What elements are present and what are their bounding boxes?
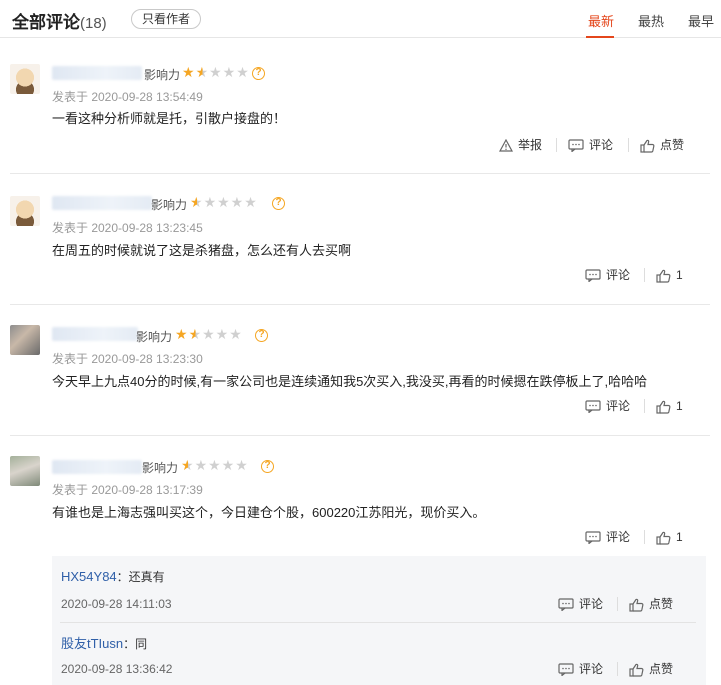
- report-button[interactable]: 举报: [499, 136, 542, 154]
- sort-earliest-tab[interactable]: 最早: [688, 11, 714, 30]
- comment-label: 评论: [579, 662, 604, 676]
- reply-date: 2020-09-28 13:36:42: [61, 662, 173, 676]
- rating-stars: ★★★★★: [182, 64, 250, 80]
- divider: [556, 138, 557, 152]
- reply-content: ：还真有: [116, 570, 165, 584]
- avatar[interactable]: [10, 456, 40, 486]
- thumbs-up-icon: [629, 598, 644, 612]
- comment-label: 评论: [589, 138, 614, 152]
- like-label: 点赞: [649, 597, 674, 611]
- like-label: 点赞: [649, 662, 674, 676]
- influence-label: 影响力: [142, 461, 179, 475]
- username-blurred[interactable]: [52, 327, 138, 341]
- question-icon[interactable]: ?: [272, 197, 285, 210]
- question-icon[interactable]: ?: [255, 329, 268, 342]
- like-count: 1: [676, 268, 683, 282]
- thumbs-up-icon: [640, 139, 655, 153]
- comment-item: 影响力 ★★★★★ ? 发表于 2020-09-28 13:23:30 今天早上…: [10, 305, 710, 436]
- warning-icon: [499, 139, 513, 152]
- comment-button[interactable]: 评论: [558, 595, 603, 613]
- comment-icon: [568, 139, 584, 153]
- comment-button[interactable]: 评论: [568, 136, 613, 154]
- reply-date: 2020-09-28 14:11:03: [61, 597, 172, 611]
- divider: [617, 662, 618, 676]
- comments-header: 全部评论(18) 只看作者 最新 最热 最早: [0, 0, 721, 38]
- question-icon[interactable]: ?: [252, 67, 265, 80]
- username-blurred[interactable]: [52, 460, 142, 474]
- thumbs-up-icon: [656, 531, 671, 545]
- title-text: 全部评论: [12, 13, 80, 32]
- sort-newest-tab[interactable]: 最新: [588, 11, 614, 30]
- divider: [644, 530, 645, 544]
- comment-icon: [558, 598, 574, 612]
- thumbs-up-icon: [656, 400, 671, 414]
- post-date: 发表于 2020-09-28 13:23:45: [52, 221, 203, 235]
- comment-icon: [585, 531, 601, 545]
- reply-item: 股友tTIusn：同 2020-09-28 13:36:42 评论 点赞: [52, 623, 706, 685]
- like-count: 1: [676, 399, 683, 413]
- comment-label: 评论: [606, 268, 631, 282]
- reply-content: ：同: [123, 637, 148, 651]
- report-label: 举报: [518, 138, 543, 152]
- comment-icon: [585, 400, 601, 414]
- like-button[interactable]: 点赞: [629, 660, 673, 678]
- like-button[interactable]: 1: [656, 266, 683, 284]
- reply-item: HX54Y84：还真有 2020-09-28 14:11:03 评论 点赞: [52, 556, 706, 622]
- comment-icon: [558, 663, 574, 677]
- like-button[interactable]: 1: [656, 397, 683, 415]
- post-date: 发表于 2020-09-28 13:17:39: [52, 483, 203, 497]
- influence-label: 影响力: [144, 68, 181, 82]
- rating-stars: ★★★★★: [181, 457, 249, 473]
- comment-label: 评论: [579, 597, 604, 611]
- influence-label: 影响力: [151, 198, 188, 212]
- username-blurred[interactable]: [52, 196, 152, 210]
- reply-username[interactable]: HX54Y84: [61, 569, 117, 584]
- like-button[interactable]: 点赞: [629, 595, 673, 613]
- influence-label: 影响力: [136, 330, 173, 344]
- like-button[interactable]: 1: [656, 528, 683, 546]
- avatar[interactable]: [10, 325, 40, 355]
- thumbs-up-icon: [656, 269, 671, 283]
- divider: [628, 138, 629, 152]
- comment-item: 影响力 ★★★★★ ? 发表于 2020-09-28 13:54:49 一看这种…: [10, 40, 710, 174]
- comment-count: (18): [80, 15, 107, 32]
- like-count: 点赞: [660, 138, 685, 152]
- active-sort-indicator: [586, 36, 614, 38]
- like-button[interactable]: 点赞: [640, 136, 684, 154]
- like-count: 1: [676, 530, 683, 544]
- comment-text: 有谁也是上海志强叫买这个，今日建仓个股，600220江苏阳光，现价买入。: [52, 505, 486, 520]
- comment-button[interactable]: 评论: [558, 660, 603, 678]
- reply-list: HX54Y84：还真有 2020-09-28 14:11:03 评论 点赞 股友…: [52, 556, 706, 685]
- divider: [617, 597, 618, 611]
- username-blurred[interactable]: [52, 66, 142, 80]
- rating-stars: ★★★★★: [175, 326, 243, 342]
- avatar[interactable]: [10, 196, 40, 226]
- divider: [644, 268, 645, 282]
- comment-label: 评论: [606, 399, 631, 413]
- comment-text: 在周五的时候就说了这是杀猪盘，怎么还有人去买啊: [52, 243, 352, 258]
- avatar[interactable]: [10, 64, 40, 94]
- author-only-button[interactable]: 只看作者: [131, 9, 202, 29]
- divider: [644, 399, 645, 413]
- comment-icon: [585, 269, 601, 283]
- comment-text: 今天早上九点40分的时候,有一家公司也是连续通知我5次买入,我没买,再看的时候摁…: [52, 374, 648, 389]
- comment-button[interactable]: 评论: [585, 397, 630, 415]
- comment-button[interactable]: 评论: [585, 266, 630, 284]
- reply-username[interactable]: 股友tTIusn: [61, 636, 123, 651]
- comment-label: 评论: [606, 530, 631, 544]
- comment-button[interactable]: 评论: [585, 528, 630, 546]
- rating-stars: ★★★★★: [190, 194, 258, 210]
- comment-item: 影响力 ★★★★★ ? 发表于 2020-09-28 13:23:45 在周五的…: [10, 174, 710, 305]
- comment-text: 一看这种分析师就是托，引散户接盘的！: [52, 111, 287, 126]
- sort-hottest-tab[interactable]: 最热: [638, 11, 664, 30]
- question-icon[interactable]: ?: [261, 460, 274, 473]
- post-date: 发表于 2020-09-28 13:54:49: [52, 90, 203, 104]
- thumbs-up-icon: [629, 663, 644, 677]
- post-date: 发表于 2020-09-28 13:23:30: [52, 352, 203, 366]
- page-title: 全部评论(18): [12, 8, 107, 33]
